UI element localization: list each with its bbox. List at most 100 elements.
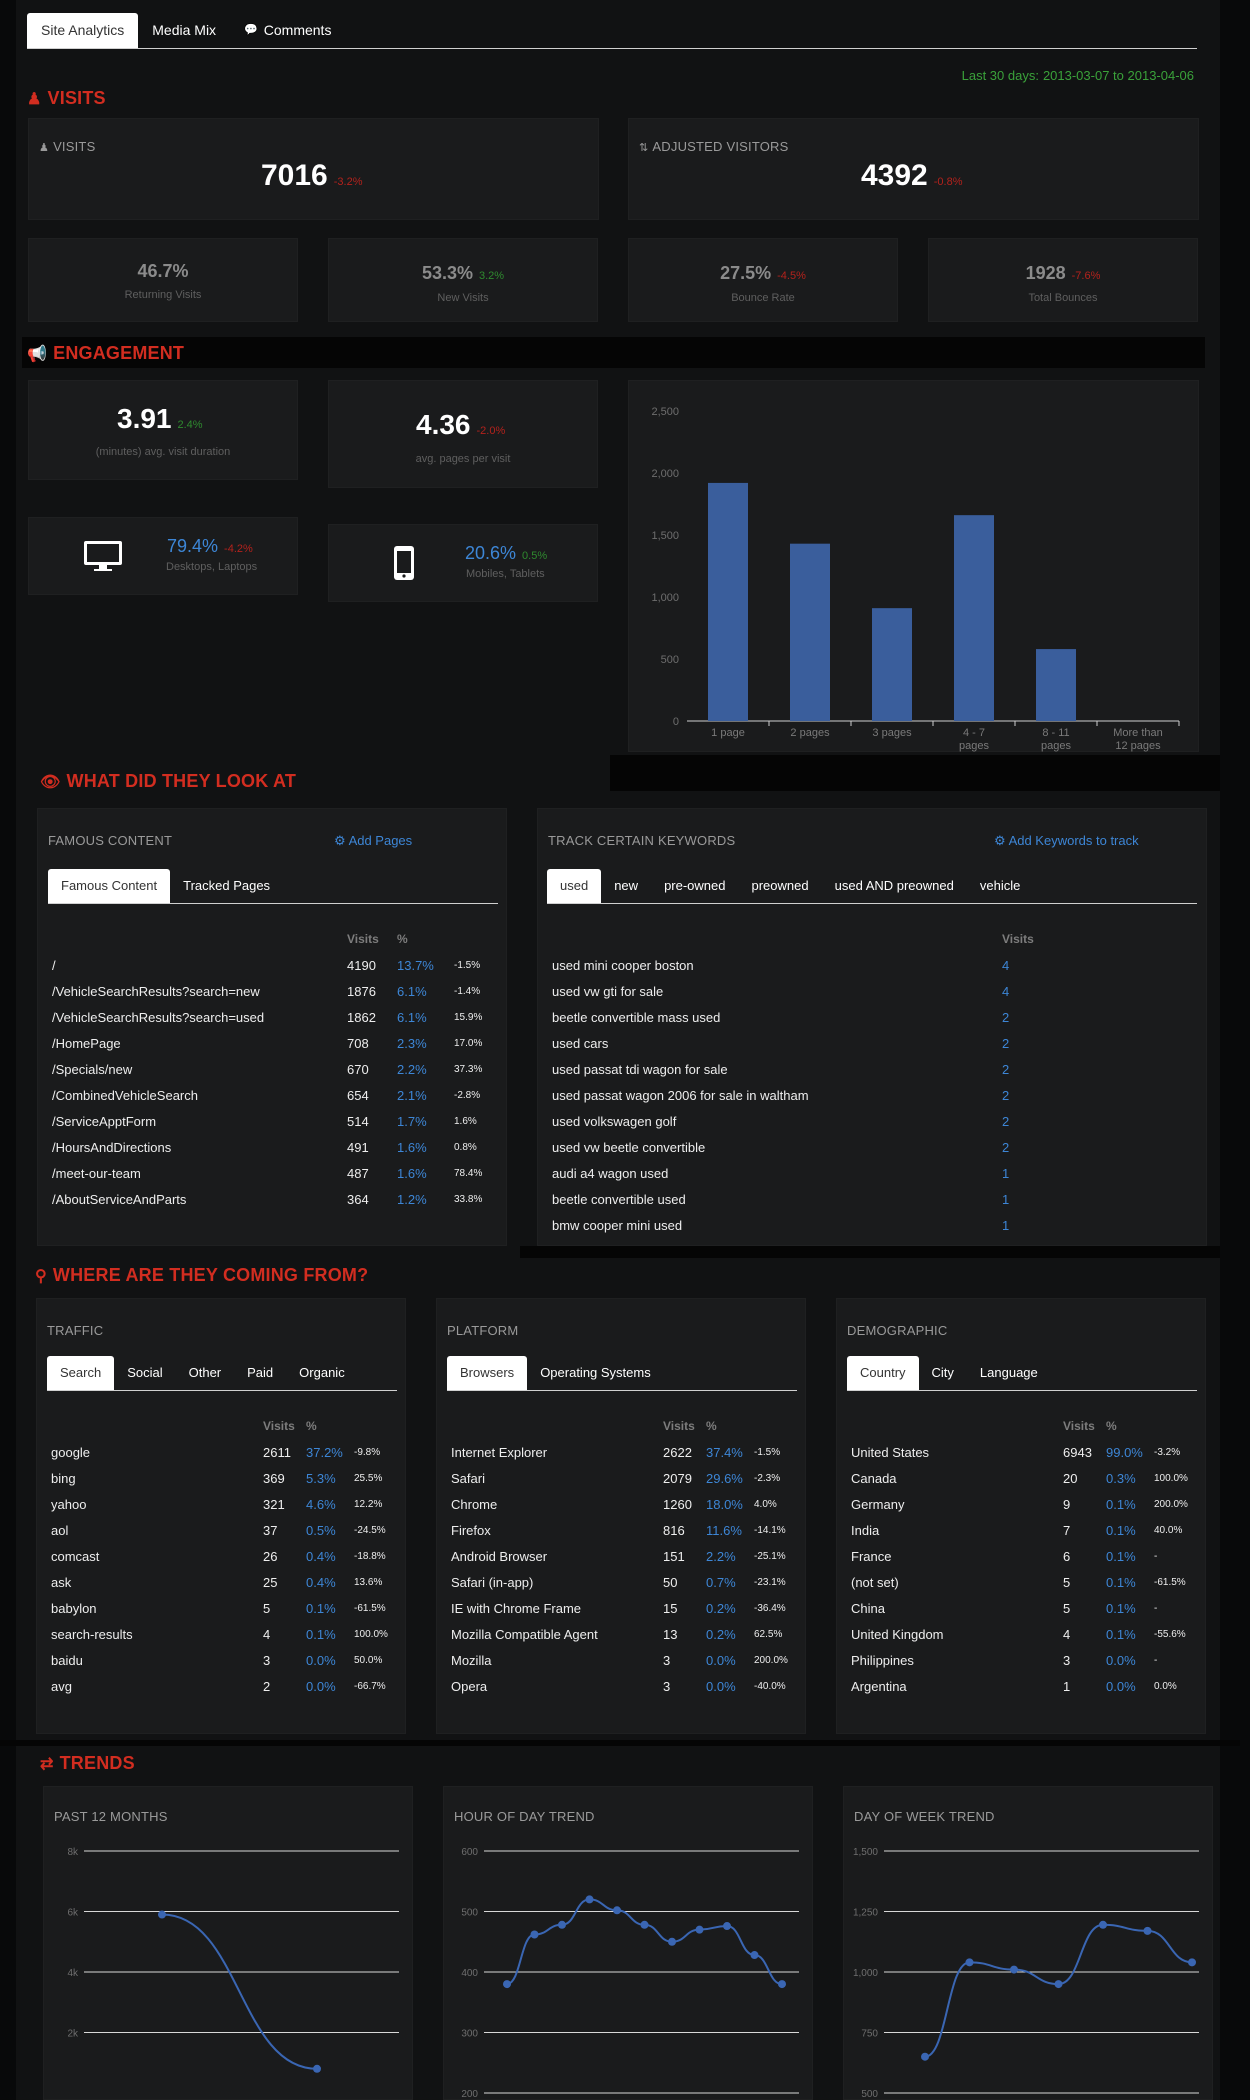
table-row[interactable]: Canada 20 0.3% 100.0% — [851, 1465, 1201, 1491]
table-row[interactable]: /Specials/new 670 2.2% 37.3% — [52, 1056, 492, 1082]
table-row[interactable]: used passat tdi wagon for sale 2 — [552, 1056, 1072, 1082]
table-row[interactable]: Philippines 3 0.0% - — [851, 1647, 1201, 1673]
table-row[interactable]: Safari (in-app) 50 0.7% -23.1% — [451, 1569, 801, 1595]
comment-icon: 💬 — [244, 24, 258, 36]
table-row[interactable]: Mozilla Compatible Agent 13 0.2% 62.5% — [451, 1621, 801, 1647]
map-marker-icon: ⚲ — [35, 1268, 47, 1285]
table-row[interactable]: audi a4 wagon used 1 — [552, 1160, 1072, 1186]
table-row[interactable]: India 7 0.1% 40.0% — [851, 1517, 1201, 1543]
table-row[interactable]: used mini cooper boston 4 — [552, 952, 1072, 978]
tab-new[interactable]: new — [601, 869, 651, 903]
monitor-icon — [84, 541, 122, 571]
date-range-value: 2013-03-07 to 2013-04-06 — [1042, 68, 1194, 83]
table-row[interactable]: used volkswagen golf 2 — [552, 1108, 1072, 1134]
table-row[interactable]: United States 6943 99.0% -3.2% — [851, 1439, 1201, 1465]
table-row[interactable]: ask 25 0.4% 13.6% — [51, 1569, 401, 1595]
table-row[interactable]: / 4190 13.7% -1.5% — [52, 952, 492, 978]
table-row[interactable]: bing 369 5.3% 25.5% — [51, 1465, 401, 1491]
row-visits: 364 — [347, 1191, 369, 1207]
table-row[interactable]: /meet-our-team 487 1.6% 78.4% — [52, 1160, 492, 1186]
tab-famous-content[interactable]: Famous Content — [48, 869, 171, 903]
tab-organic[interactable]: Organic — [286, 1356, 358, 1390]
tab-comments[interactable]: 💬 Comments — [230, 13, 345, 48]
tab-operating-systems[interactable]: Operating Systems — [527, 1356, 664, 1390]
col-visits: Visits — [1063, 1419, 1095, 1433]
table-row[interactable]: used vw beetle convertible 2 — [552, 1134, 1072, 1160]
row-delta: -2.3% — [754, 1472, 781, 1484]
table-row[interactable]: Firefox 816 11.6% -14.1% — [451, 1517, 801, 1543]
tab-country[interactable]: Country — [847, 1356, 919, 1390]
table-row[interactable]: used cars 2 — [552, 1030, 1072, 1056]
tab-pre-owned[interactable]: pre-owned — [651, 869, 738, 903]
tab-social[interactable]: Social — [114, 1356, 175, 1390]
tab-tracked-pages[interactable]: Tracked Pages — [170, 869, 283, 903]
table-row[interactable]: aol 37 0.5% -24.5% — [51, 1517, 401, 1543]
row-name: Germany — [851, 1496, 905, 1512]
tab-language[interactable]: Language — [967, 1356, 1051, 1390]
tab-search[interactable]: Search — [47, 1356, 115, 1390]
table-row[interactable]: baidu 3 0.0% 50.0% — [51, 1647, 401, 1673]
stat-returning-visits: 46.7% Returning Visits — [28, 238, 298, 322]
table-row[interactable]: United Kingdom 4 0.1% -55.6% — [851, 1621, 1201, 1647]
table-row[interactable]: beetle convertible used 1 — [552, 1186, 1072, 1212]
table-row[interactable]: /ServiceApptForm 514 1.7% 1.6% — [52, 1108, 492, 1134]
avg-visit-duration-panel: 3.91 2.4% (minutes) avg. visit duration — [28, 380, 298, 480]
tab-browsers[interactable]: Browsers — [447, 1356, 528, 1390]
table-row[interactable]: used passat wagon 2006 for sale in walth… — [552, 1082, 1072, 1108]
tab-paid[interactable]: Paid — [234, 1356, 286, 1390]
row-visits: 5 — [263, 1600, 271, 1616]
table-row[interactable]: (not set) 5 0.1% -61.5% — [851, 1569, 1201, 1595]
tab-other[interactable]: Other — [176, 1356, 235, 1390]
table-row[interactable]: /AboutServiceAndParts 364 1.2% 33.8% — [52, 1186, 492, 1212]
add-keywords-link[interactable]: ⚙ Add Keywords to track — [994, 833, 1139, 849]
table-row[interactable]: /CombinedVehicleSearch 654 2.1% -2.8% — [52, 1082, 492, 1108]
tab-used-and-preowned[interactable]: used AND preowned — [822, 869, 967, 903]
tab-city[interactable]: City — [919, 1356, 967, 1390]
row-name: Safari — [451, 1470, 485, 1486]
row-visits: 321 — [263, 1496, 285, 1512]
table-row[interactable]: beetle convertible mass used 2 — [552, 1004, 1072, 1030]
data-point — [313, 2064, 321, 2073]
row-visits: 151 — [663, 1548, 685, 1564]
table-row[interactable]: bmw cooper mini used 1 — [552, 1212, 1072, 1238]
y-tick-label: 6k — [67, 1908, 79, 1919]
table-row[interactable]: China 5 0.1% - — [851, 1595, 1201, 1621]
table-row[interactable]: /HomePage 708 2.3% 17.0% — [52, 1030, 492, 1056]
table-row[interactable]: Germany 9 0.1% 200.0% — [851, 1491, 1201, 1517]
table-row[interactable]: avg 2 0.0% -66.7% — [51, 1673, 401, 1699]
table-row[interactable]: yahoo 321 4.6% 12.2% — [51, 1491, 401, 1517]
tab-media-mix[interactable]: Media Mix — [138, 13, 230, 48]
table-row[interactable]: Opera 3 0.0% -40.0% — [451, 1673, 801, 1699]
tab-preowned[interactable]: preowned — [739, 869, 822, 903]
add-pages-link[interactable]: ⚙ Add Pages — [334, 833, 412, 849]
table-row[interactable]: Chrome 1260 18.0% 4.0% — [451, 1491, 801, 1517]
tab-vehicle[interactable]: vehicle — [967, 869, 1033, 903]
table-row[interactable]: Mozilla 3 0.0% 200.0% — [451, 1647, 801, 1673]
table-row[interactable]: France 6 0.1% - — [851, 1543, 1201, 1569]
table-row[interactable]: babylon 5 0.1% -61.5% — [51, 1595, 401, 1621]
table-row[interactable]: google 2611 37.2% -9.8% — [51, 1439, 401, 1465]
table-row[interactable]: /HoursAndDirections 491 1.6% 0.8% — [52, 1134, 492, 1160]
table-row[interactable]: IE with Chrome Frame 15 0.2% -36.4% — [451, 1595, 801, 1621]
table-row[interactable]: Internet Explorer 2622 37.4% -1.5% — [451, 1439, 801, 1465]
table-row[interactable]: used vw gti for sale 4 — [552, 978, 1072, 1004]
table-row[interactable]: Android Browser 151 2.2% -25.1% — [451, 1543, 801, 1569]
data-point — [778, 1980, 786, 1989]
table-row[interactable]: /VehicleSearchResults?search=used 1862 6.1… — [52, 1004, 492, 1030]
table-row[interactable]: /VehicleSearchResults?search=new 1876 6.1%… — [52, 978, 492, 1004]
row-delta: -1.5% — [454, 959, 481, 971]
keywords-table: Visits used mini cooper boston 4 used vw g… — [552, 926, 1072, 1238]
table-row[interactable]: Argentina 1 0.0% 0.0% — [851, 1673, 1201, 1699]
traffic-tabs: Search Social Other Paid Organic — [47, 1356, 397, 1391]
table-row[interactable]: search-results 4 0.1% 100.0% — [51, 1621, 401, 1647]
table-row[interactable]: Safari 2079 29.6% -2.3% — [451, 1465, 801, 1491]
row-name: France — [851, 1548, 892, 1564]
tab-site-analytics[interactable]: Site Analytics — [27, 13, 139, 48]
col-visits: Visits — [347, 932, 379, 946]
row-pct: 0.1% — [1106, 1600, 1136, 1616]
y-tick-label: 4k — [67, 1968, 79, 1979]
stat-delta: -7.6% — [1071, 270, 1101, 282]
table-row[interactable]: comcast 26 0.4% -18.8% — [51, 1543, 401, 1569]
tab-used[interactable]: used — [547, 869, 602, 903]
adjusted-value: 4392 -0.8% — [861, 159, 963, 193]
